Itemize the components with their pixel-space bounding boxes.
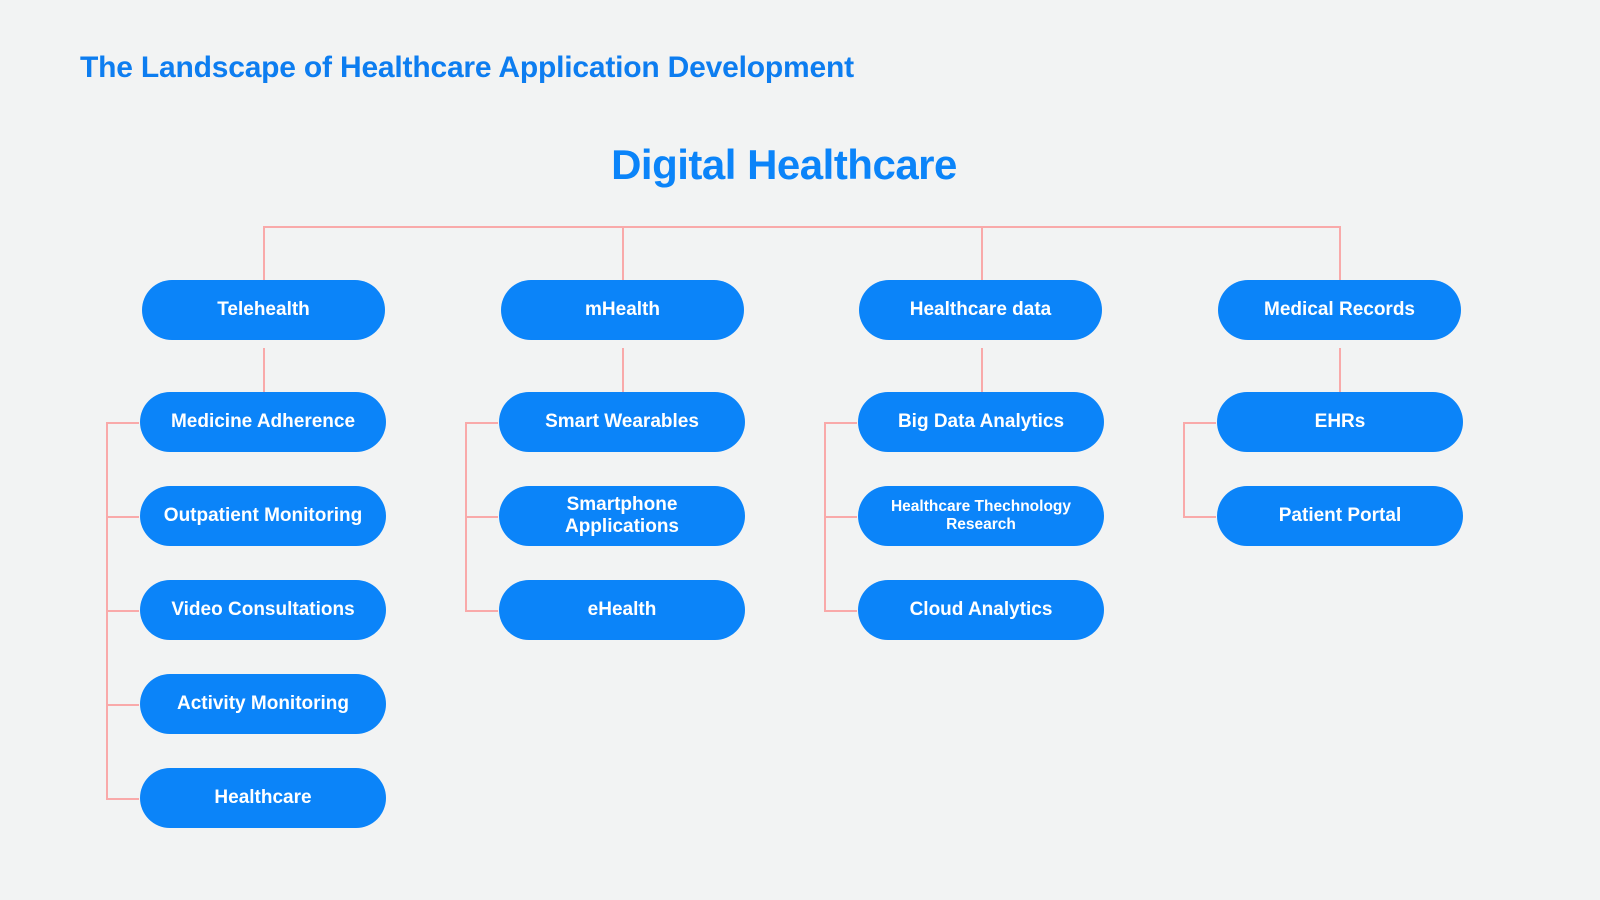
branch-1-stub-5	[106, 798, 139, 800]
node-healthcare-data[interactable]: Healthcare data	[859, 280, 1102, 340]
node-label: Smart Wearables	[545, 410, 699, 432]
node-smartphone-applications[interactable]: Smartphone Applications	[499, 486, 745, 546]
node-label: Medicine Adherence	[170, 410, 356, 432]
node-outpatient-monitoring[interactable]: Outpatient Monitoring	[140, 486, 386, 546]
root-drop-branch-2	[622, 226, 624, 281]
branch-2-child-tick	[622, 348, 624, 392]
branch-1-stub-2	[106, 516, 139, 518]
node-label: Cloud Analytics	[909, 598, 1053, 620]
branch-3-child-tick	[981, 348, 983, 392]
node-activity-monitoring[interactable]: Activity Monitoring	[140, 674, 386, 734]
branch-4-child-tick	[1339, 348, 1341, 392]
node-cloud-analytics[interactable]: Cloud Analytics	[858, 580, 1104, 640]
branch-3-stub-2	[824, 516, 857, 518]
node-medicine-adherence[interactable]: Medicine Adherence	[140, 392, 386, 452]
branch-2-stub-3	[465, 610, 498, 612]
node-video-consultations[interactable]: Video Consultations	[140, 580, 386, 640]
node-label: Healthcare Thechnology Research	[890, 497, 1071, 533]
node-big-data-analytics[interactable]: Big Data Analytics	[858, 392, 1104, 452]
node-label: Big Data Analytics	[897, 410, 1065, 432]
node-smart-wearables[interactable]: Smart Wearables	[499, 392, 745, 452]
branch-1-stub-1	[106, 422, 139, 424]
branch-3-stub-1	[824, 422, 857, 424]
node-label: Outpatient Monitoring	[163, 504, 363, 526]
branch-3-stub-3	[824, 610, 857, 612]
node-label: Activity Monitoring	[176, 692, 350, 714]
node-telehealth[interactable]: Telehealth	[142, 280, 385, 340]
node-label: EHRs	[1314, 410, 1366, 432]
node-ehrs[interactable]: EHRs	[1217, 392, 1463, 452]
branch-2-stub-2	[465, 516, 498, 518]
node-label: Patient Portal	[1278, 504, 1402, 526]
node-label: Healthcare data	[909, 298, 1052, 320]
root-drop-branch-1	[263, 226, 265, 281]
node-patient-portal[interactable]: Patient Portal	[1217, 486, 1463, 546]
node-label: Video Consultations	[171, 598, 355, 620]
branch-4-spine	[1183, 422, 1185, 518]
root-horizontal-bus	[263, 226, 1341, 228]
branch-1-stub-4	[106, 704, 139, 706]
root-drop-branch-4	[1339, 226, 1341, 281]
branch-1-stub-3	[106, 610, 139, 612]
root-drop-branch-3	[981, 226, 983, 281]
node-label: mHealth	[585, 298, 660, 320]
root-node-label: Digital Healthcare	[611, 141, 957, 188]
branch-4-stub-2	[1183, 516, 1216, 518]
node-label: Smartphone Applications	[564, 493, 679, 537]
node-healthcare-technology-research[interactable]: Healthcare Thechnology Research	[858, 486, 1104, 546]
node-label: Healthcare	[214, 786, 312, 808]
branch-4-stub-1	[1183, 422, 1216, 424]
node-healthcare[interactable]: Healthcare	[140, 768, 386, 828]
branch-1-child-tick	[263, 348, 265, 392]
node-label: Telehealth	[217, 298, 310, 320]
page-title: The Landscape of Healthcare Application …	[80, 51, 854, 84]
node-label: Medical Records	[1264, 298, 1415, 320]
node-mhealth[interactable]: mHealth	[501, 280, 744, 340]
node-label: eHealth	[587, 598, 657, 620]
root-node-title: Digital Healthcare	[0, 141, 1600, 189]
node-medical-records[interactable]: Medical Records	[1218, 280, 1461, 340]
branch-2-stub-1	[465, 422, 498, 424]
node-ehealth[interactable]: eHealth	[499, 580, 745, 640]
diagram-canvas: The Landscape of Healthcare Application …	[0, 0, 1600, 900]
